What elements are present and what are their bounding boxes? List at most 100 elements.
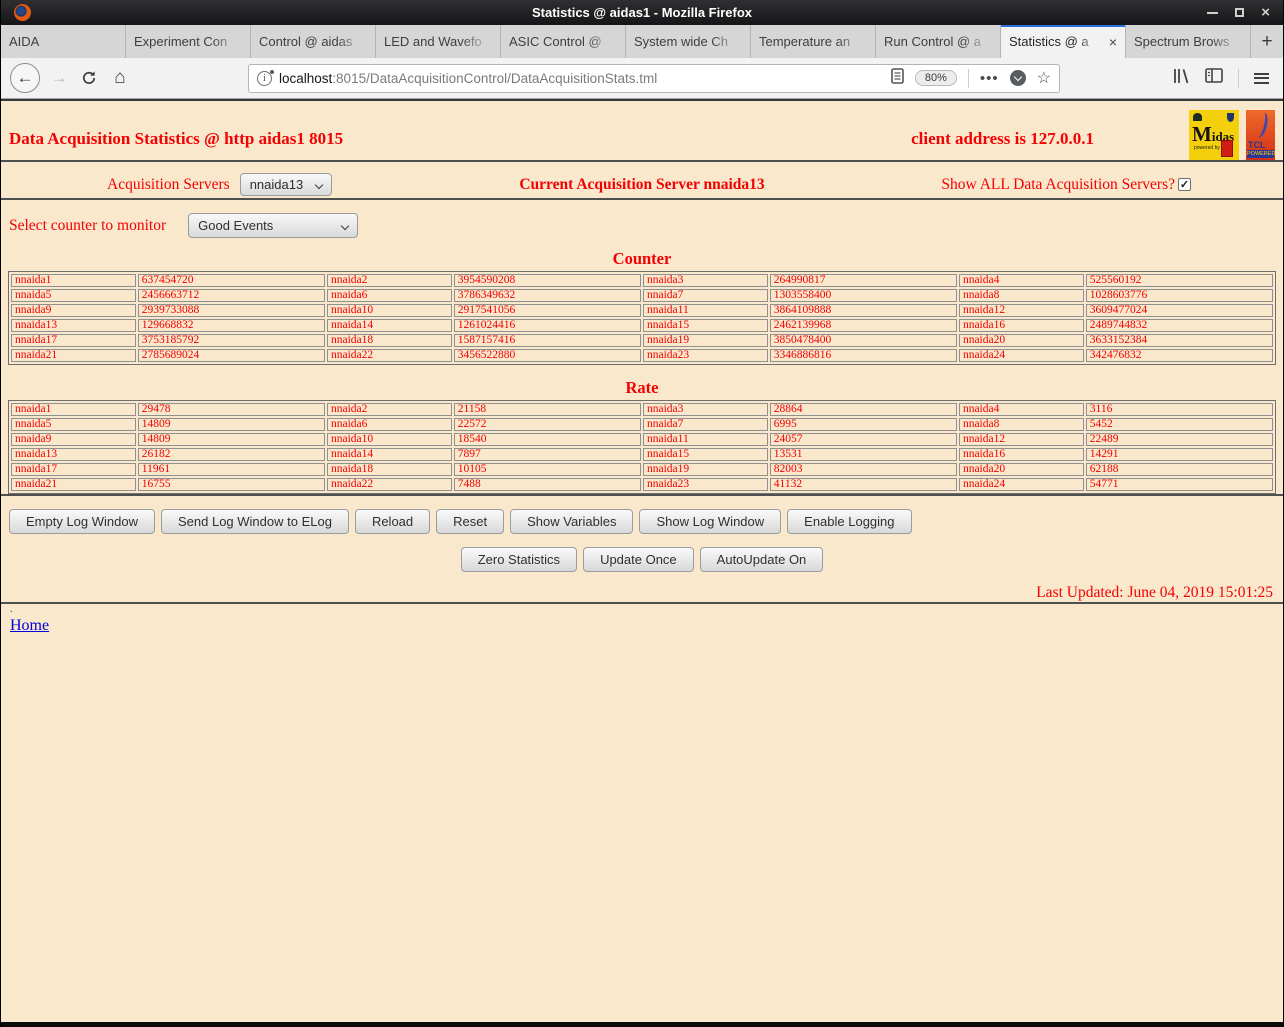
home-link[interactable]: Home — [10, 617, 49, 634]
rate-server-name: nnaida21 — [11, 478, 136, 491]
counter-value: 1261024416 — [454, 319, 641, 332]
rate-server-name: nnaida8 — [959, 418, 1084, 431]
new-tab-button[interactable]: + — [1251, 25, 1283, 58]
sidebar-icon[interactable] — [1205, 68, 1223, 88]
rate-server-name: nnaida9 — [11, 433, 136, 446]
acquisition-server-picker: Acquisition Servers nnaida13 — [1, 173, 519, 196]
show-variables-button[interactable]: Show Variables — [510, 509, 633, 534]
tab-system-wide-ch[interactable]: System wide Ch — [626, 25, 751, 58]
forward-icon[interactable]: → — [48, 68, 70, 88]
counter-value: 3346886816 — [770, 349, 957, 362]
rate-value: 82003 — [770, 463, 957, 476]
reload-button[interactable]: Reload — [355, 509, 430, 534]
tab-spectrum-brows[interactable]: Spectrum Brows — [1126, 25, 1251, 58]
rate-value: 14809 — [138, 418, 325, 431]
tab-statistics-a[interactable]: Statistics @ a × — [1001, 25, 1126, 58]
rate-server-name: nnaida16 — [959, 448, 1084, 461]
tab-control-aidas[interactable]: Control @ aidas — [251, 25, 376, 58]
url-bar[interactable]: i localhost:8015/DataAcquisitionControl/… — [248, 64, 1060, 93]
rate-value: 54771 — [1086, 478, 1273, 491]
divider — [1, 602, 1283, 604]
library-icon[interactable] — [1172, 68, 1190, 89]
update-once-button[interactable]: Update Once — [583, 547, 694, 572]
page-content: Data Acquisition Statistics @ http aidas… — [1, 99, 1283, 1022]
show-log-window-button[interactable]: Show Log Window — [639, 509, 781, 534]
menu-hamburger-icon[interactable] — [1254, 73, 1269, 84]
rate-value: 62188 — [1086, 463, 1273, 476]
midas-logo[interactable]: Midas powered by — [1189, 110, 1239, 160]
tab-led-and-wavefo[interactable]: LED and Wavefo — [376, 25, 501, 58]
rate-value: 29478 — [138, 403, 325, 416]
tab-label: Statistics @ a — [1009, 34, 1104, 49]
counter-value: 3786349632 — [454, 289, 641, 302]
tab-temperature-an[interactable]: Temperature an — [751, 25, 876, 58]
rate-server-name: nnaida11 — [643, 433, 768, 446]
pocket-icon[interactable] — [1010, 70, 1026, 86]
maximize-button[interactable] — [1235, 8, 1244, 17]
show-all-servers: Show ALL Data Acquisition Servers? ✓ — [941, 176, 1283, 194]
counter-value: 2917541056 — [454, 304, 641, 317]
counter-table-row: nnaida212785689024nnaida223456522880nnai… — [11, 349, 1273, 362]
counter-server-name: nnaida23 — [643, 349, 768, 362]
counter-value: 637454720 — [138, 274, 325, 287]
title-bar: Statistics @ aidas1 - Mozilla Firefox × — [1, 0, 1283, 25]
site-info-icon[interactable]: i — [257, 71, 272, 86]
divider — [1, 494, 1283, 496]
acquisition-server-select[interactable]: nnaida13 — [240, 173, 332, 196]
rate-value: 7897 — [454, 448, 641, 461]
url-text[interactable]: localhost:8015/DataAcquisitionControl/Da… — [279, 71, 891, 86]
counter-server-name: nnaida7 — [643, 289, 768, 302]
tab-close-icon[interactable]: × — [1109, 36, 1117, 48]
counter-server-name: nnaida14 — [327, 319, 452, 332]
rate-server-name: nnaida3 — [643, 403, 768, 416]
tcl-logo-text: TCL — [1248, 140, 1266, 150]
rate-value: 22489 — [1086, 433, 1273, 446]
tab-label: Run Control @ a — [884, 34, 992, 49]
rate-value: 22572 — [454, 418, 641, 431]
counter-value: 1303558400 — [770, 289, 957, 302]
home-icon[interactable]: ⌂ — [108, 67, 132, 89]
rate-server-name: nnaida24 — [959, 478, 1084, 491]
counter-server-name: nnaida5 — [11, 289, 136, 302]
firefox-icon — [14, 4, 31, 21]
reader-mode-icon[interactable] — [891, 68, 904, 89]
tab-asic-control[interactable]: ASIC Control @ — [501, 25, 626, 58]
show-all-checkbox[interactable]: ✓ — [1178, 178, 1191, 191]
counter-table-row: nnaida92939733088nnaida102917541056nnaid… — [11, 304, 1273, 317]
counter-server-name: nnaida22 — [327, 349, 452, 362]
tab-run-control-a[interactable]: Run Control @ a — [876, 25, 1001, 58]
counter-value: 2489744832 — [1086, 319, 1273, 332]
counter-value: 2456663712 — [138, 289, 325, 302]
rate-server-name: nnaida23 — [643, 478, 768, 491]
close-button[interactable]: × — [1261, 7, 1270, 18]
bookmark-star-icon[interactable]: ☆ — [1037, 68, 1051, 88]
zero-statistics-button[interactable]: Zero Statistics — [461, 547, 577, 572]
counter-value: 3850478400 — [770, 334, 957, 347]
rate-value: 6995 — [770, 418, 957, 431]
counter-table-row: nnaida13129668832nnaida141261024416nnaid… — [11, 319, 1273, 332]
zoom-level-badge[interactable]: 80% — [915, 70, 957, 86]
autoupdate-on-button[interactable]: AutoUpdate On — [700, 547, 824, 572]
rate-value: 16755 — [138, 478, 325, 491]
empty-log-window-button[interactable]: Empty Log Window — [9, 509, 155, 534]
back-icon[interactable]: ← — [10, 63, 40, 93]
reset-button[interactable]: Reset — [436, 509, 504, 534]
rate-server-name: nnaida20 — [959, 463, 1084, 476]
tab-experiment-con[interactable]: Experiment Con — [126, 25, 251, 58]
enable-logging-button[interactable]: Enable Logging — [787, 509, 911, 534]
tab-label: System wide Ch — [634, 34, 742, 49]
rate-heading: Rate — [1, 378, 1283, 398]
tab-aida[interactable]: AIDA — [1, 25, 126, 58]
send-log-window-to-elog-button[interactable]: Send Log Window to ELog — [161, 509, 349, 534]
minimize-button[interactable] — [1207, 12, 1218, 14]
counter-type-select[interactable]: Good Events — [188, 213, 358, 238]
page-header: Data Acquisition Statistics @ http aidas… — [1, 101, 1283, 160]
page-actions-icon[interactable]: ••• — [980, 70, 999, 87]
tcl-powered-text: POWERED — [1247, 150, 1274, 158]
rate-server-name: nnaida15 — [643, 448, 768, 461]
counter-server-name: nnaida18 — [327, 334, 452, 347]
tcl-logo[interactable]: TCL POWERED — [1246, 110, 1275, 160]
counter-server-name: nnaida12 — [959, 304, 1084, 317]
rate-value: 26182 — [138, 448, 325, 461]
reload-icon[interactable] — [78, 70, 100, 86]
